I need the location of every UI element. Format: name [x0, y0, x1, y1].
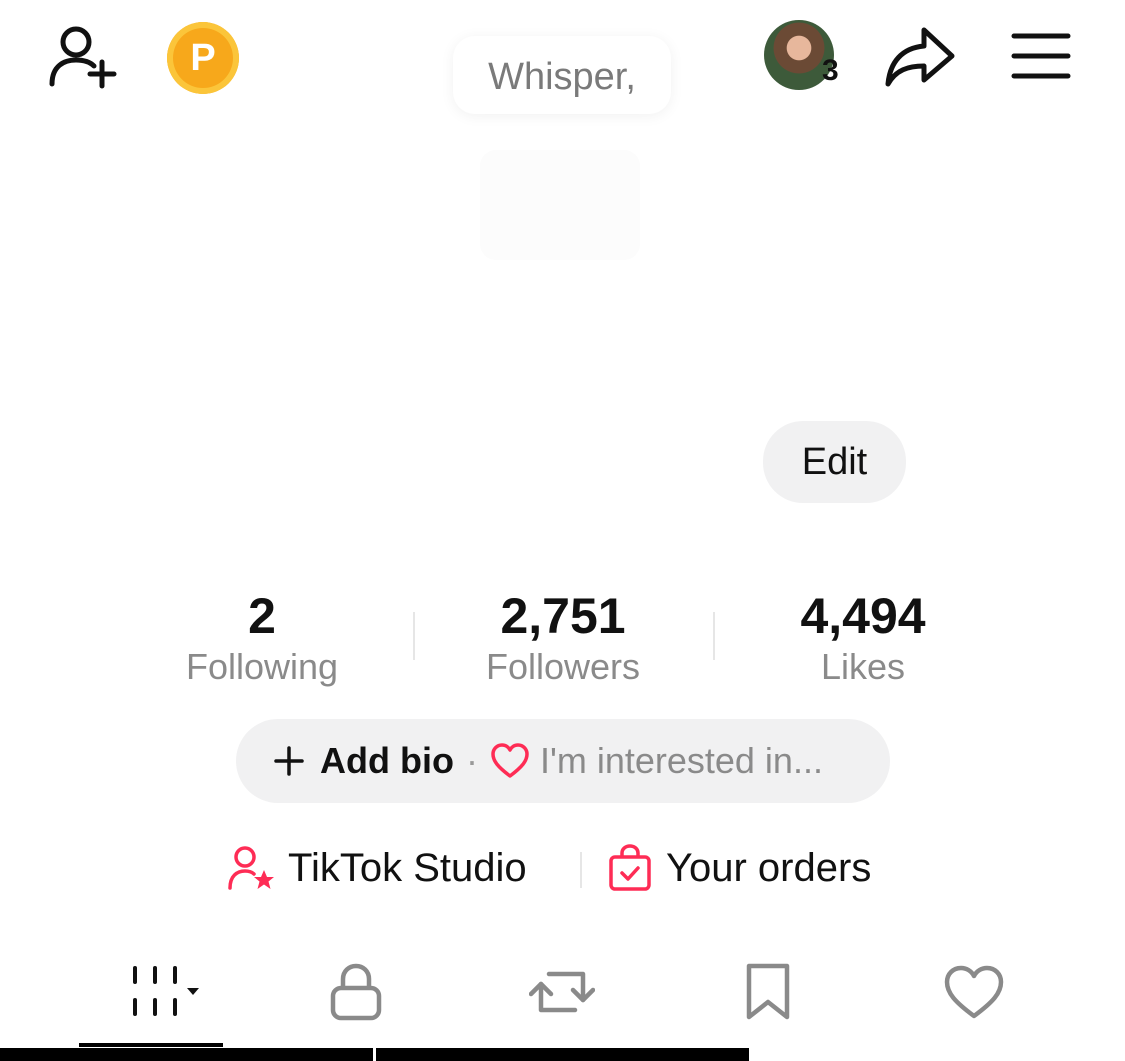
profile-photo-placeholder [480, 150, 640, 260]
your-orders-link[interactable]: Your orders [608, 844, 871, 892]
stat-following[interactable]: 2 Following [142, 588, 382, 690]
your-orders-label: Your orders [666, 845, 872, 890]
avatar-count-badge: 3 [822, 54, 839, 87]
profile-links: TikTok Studio Your orders [0, 840, 1125, 900]
bookmark-icon [746, 963, 790, 1020]
following-count: 2 [248, 588, 276, 644]
edit-label: Edit [801, 440, 868, 483]
interests-button[interactable]: I'm interested in... [490, 740, 823, 782]
share-arrow-icon [885, 27, 955, 87]
likes-label: Likes [820, 646, 906, 687]
tab-saved[interactable] [708, 952, 828, 1032]
add-bio-label: Add bio [320, 740, 454, 781]
videos-grid-icon [133, 966, 199, 1016]
tiktok-studio-link[interactable]: TikTok Studio [228, 844, 527, 892]
links-divider [580, 852, 582, 888]
coin-letter: P [190, 36, 216, 79]
active-tab-indicator [79, 1043, 223, 1047]
likes-count: 4,494 [800, 588, 926, 644]
stat-followers[interactable]: 2,751 Followers [443, 588, 683, 690]
tab-private[interactable] [296, 952, 416, 1032]
add-friend-button[interactable] [46, 22, 122, 92]
whisper-bubble[interactable]: Whisper, [453, 36, 671, 114]
edit-profile-button[interactable]: Edit [763, 421, 906, 503]
add-bio-button[interactable]: Add bio [274, 740, 454, 782]
plus-icon [274, 746, 304, 776]
tab-videos[interactable] [79, 952, 223, 1032]
hamburger-menu-icon [1011, 33, 1071, 79]
shopping-bag-icon [609, 844, 651, 891]
video-thumbnail-strip[interactable] [376, 1048, 749, 1061]
bio-separator: · [465, 740, 478, 781]
video-thumbnail-strip[interactable] [0, 1048, 373, 1061]
followers-count: 2,751 [500, 588, 626, 644]
coin-icon[interactable]: P [167, 22, 239, 94]
bio-pill: Add bio · I'm interested in... [236, 719, 890, 803]
tab-liked[interactable] [914, 952, 1034, 1032]
whisper-text: Whisper, [488, 56, 636, 98]
content-tabs [0, 952, 1125, 1032]
tiktok-studio-label: TikTok Studio [288, 845, 527, 890]
following-label: Following [185, 646, 339, 687]
stat-divider [413, 612, 415, 660]
lock-icon [330, 963, 382, 1021]
heart-icon [944, 965, 1004, 1019]
stat-divider [713, 612, 715, 660]
stat-likes[interactable]: 4,494 Likes [743, 588, 983, 690]
followers-label: Followers [485, 646, 641, 687]
user-star-icon [228, 846, 274, 890]
share-button[interactable] [884, 24, 956, 90]
tab-reposts[interactable] [502, 952, 622, 1032]
repost-icon [529, 971, 595, 1013]
add-user-icon [49, 26, 117, 89]
interests-label: I'm interested in... [539, 740, 823, 781]
heart-outline-icon [491, 743, 529, 778]
menu-button[interactable] [1010, 30, 1072, 82]
